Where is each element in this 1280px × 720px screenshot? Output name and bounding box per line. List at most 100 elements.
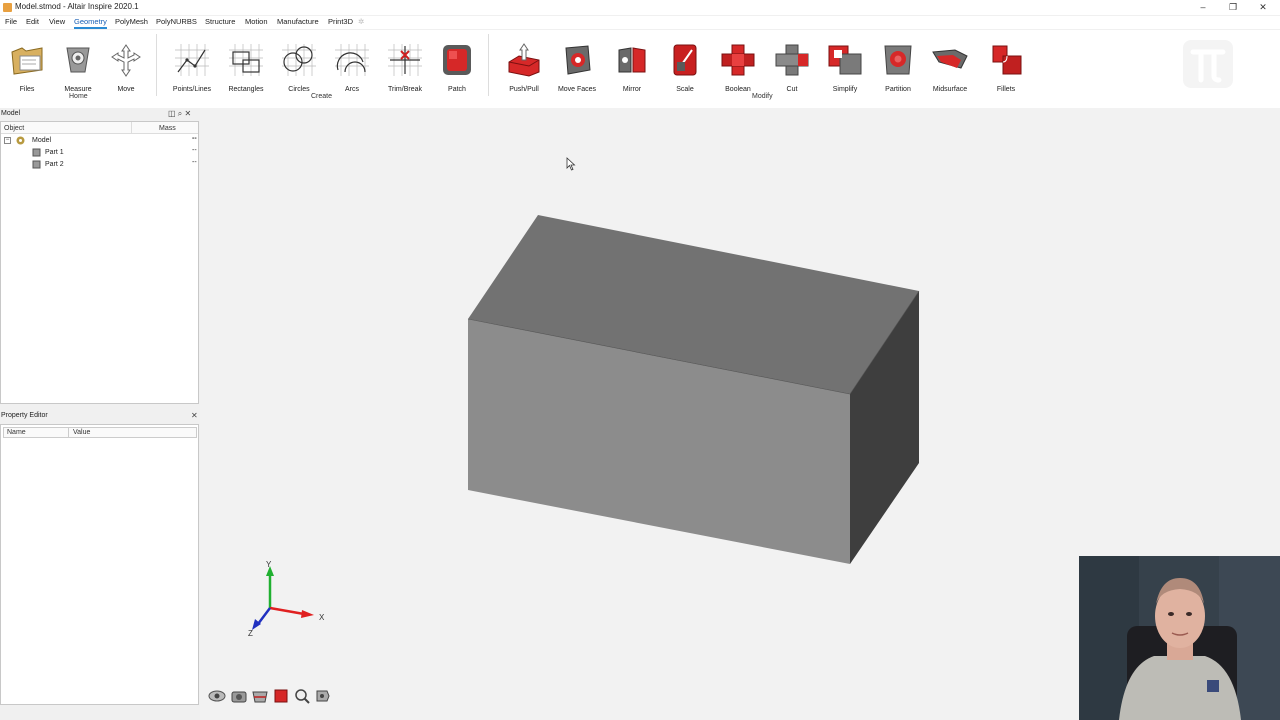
webcam-overlay xyxy=(1079,556,1280,720)
mass-value: -- xyxy=(192,147,197,154)
column-divider[interactable] xyxy=(131,122,132,134)
folder-icon xyxy=(11,47,43,75)
boolean-button[interactable]: Boolean xyxy=(708,40,768,96)
app-icon xyxy=(3,3,12,12)
arcs-button[interactable]: Arcs xyxy=(322,40,382,96)
partition-button[interactable]: Partition xyxy=(868,40,928,96)
menu-polymesh[interactable]: PolyMesh xyxy=(115,17,148,26)
part-icon xyxy=(32,160,41,169)
column-value[interactable]: Value xyxy=(73,429,90,436)
property-editor-header xyxy=(3,427,197,438)
zoom-icon[interactable] xyxy=(293,688,311,704)
fillets-button[interactable]: Fillets xyxy=(976,40,1036,96)
view-options-icon[interactable] xyxy=(314,688,332,704)
tree-row-model[interactable]: − Model -- xyxy=(4,135,197,147)
midsurface-icon xyxy=(932,49,968,69)
menu-structure[interactable]: Structure xyxy=(205,17,235,26)
push-pull-button[interactable]: Push/Pull xyxy=(494,40,554,96)
tree-row-part[interactable]: Part 1 -- xyxy=(4,147,197,159)
mouse-cursor-icon xyxy=(566,157,576,171)
fillets-icon xyxy=(992,45,1022,75)
circles-button[interactable]: Circles xyxy=(269,40,329,96)
trim-break-button[interactable]: Trim/Break xyxy=(375,40,435,96)
menu-file[interactable]: File xyxy=(5,17,17,26)
title-bar: Model.stmod - Altair Inspire 2020.1 – ❐ … xyxy=(0,0,1280,15)
menu-view[interactable]: View xyxy=(49,17,65,26)
close-window-button[interactable]: ✕ xyxy=(1248,0,1278,14)
boolean-icon xyxy=(721,44,755,76)
move-faces-icon xyxy=(565,45,591,75)
midsurface-button[interactable]: Midsurface xyxy=(920,40,980,96)
rectangles-button[interactable]: Rectangles xyxy=(216,40,276,96)
points-lines-icon xyxy=(175,44,209,76)
scale-button[interactable]: Scale xyxy=(655,40,715,96)
patch-icon xyxy=(443,45,471,75)
presenter-video xyxy=(1079,556,1280,720)
section-cut-icon[interactable] xyxy=(251,688,269,704)
mass-value: -- xyxy=(192,135,197,142)
model-icon xyxy=(16,136,25,145)
ribbon-separator xyxy=(156,34,157,96)
menu-manufacture[interactable]: Manufacture xyxy=(277,17,319,26)
pi-icon xyxy=(1190,49,1226,83)
close-icon[interactable]: ✕ xyxy=(191,411,198,420)
column-object[interactable]: Object xyxy=(4,125,24,132)
mirror-icon xyxy=(618,47,646,73)
tree-label-part-1: Part 1 xyxy=(45,149,64,156)
move-icon xyxy=(111,44,141,77)
trim-break-icon xyxy=(388,44,422,76)
menu-print3d[interactable]: Print3D xyxy=(328,17,353,26)
axis-label-x: X xyxy=(319,613,325,622)
eye-icon[interactable] xyxy=(208,688,226,704)
gear-icon[interactable]: ✲ xyxy=(358,17,364,26)
patch-button[interactable]: Patch xyxy=(427,40,487,96)
column-mass[interactable]: Mass xyxy=(159,125,176,132)
ribbon-toolbar: Files Measure Move Home Points/Lines Rec… xyxy=(0,30,1280,108)
column-name[interactable]: Name xyxy=(7,429,26,436)
measure-icon xyxy=(66,47,90,73)
menu-edit[interactable]: Edit xyxy=(26,17,39,26)
axis-label-y: Y xyxy=(266,560,272,569)
points-lines-button[interactable]: Points/Lines xyxy=(162,40,222,96)
window-title: Model.stmod - Altair Inspire 2020.1 xyxy=(15,2,139,11)
menu-polynurbs[interactable]: PolyNURBS xyxy=(156,17,197,26)
restore-button[interactable]: ❐ xyxy=(1218,0,1248,14)
axis-triad: Y X Z xyxy=(248,560,325,638)
group-label-modify: Modify xyxy=(752,93,773,100)
cut-icon xyxy=(775,44,809,76)
mirror-button[interactable]: Mirror xyxy=(602,40,662,96)
search-icon[interactable]: ⌕ xyxy=(178,109,182,118)
tree-label-part-2: Part 2 xyxy=(45,161,64,168)
group-label-home: Home xyxy=(69,93,88,100)
arcs-icon xyxy=(335,44,369,76)
close-icon[interactable]: ✕ xyxy=(185,109,192,118)
property-editor: Name Value xyxy=(0,424,199,705)
part-icon xyxy=(32,148,41,157)
model-panel-title: Model xyxy=(1,110,21,117)
simplify-button[interactable]: Simplify xyxy=(815,40,875,96)
axis-label-z: Z xyxy=(248,629,253,638)
pi-logo xyxy=(1183,40,1233,88)
cut-button[interactable]: Cut xyxy=(762,40,822,96)
layout-icon[interactable]: ◫ xyxy=(168,109,176,118)
collapse-icon[interactable]: − xyxy=(4,137,11,144)
box-select-icon[interactable] xyxy=(272,688,290,704)
camera-icon[interactable] xyxy=(230,688,248,704)
menu-motion[interactable]: Motion xyxy=(245,17,268,26)
partition-icon xyxy=(884,45,912,75)
tree-label-model: Model xyxy=(32,137,52,144)
column-divider[interactable] xyxy=(68,427,69,438)
circles-icon xyxy=(282,44,316,76)
model-panel-controls: ◫ ⌕ ✕ xyxy=(168,109,198,119)
menu-geometry[interactable]: Geometry xyxy=(74,17,107,29)
tree-row-part[interactable]: Part 2 -- xyxy=(4,159,197,171)
move-button[interactable]: Move xyxy=(96,40,156,96)
minimize-button[interactable]: – xyxy=(1188,0,1218,14)
group-label-create: Create xyxy=(311,93,333,100)
model-browser: Object Mass − Model -- Part 1 -- Part 2 … xyxy=(0,121,199,404)
simplify-icon xyxy=(828,45,862,75)
ribbon-separator xyxy=(488,34,489,96)
move-faces-button[interactable]: Move Faces xyxy=(547,40,607,96)
scale-icon xyxy=(673,44,697,76)
push-pull-icon xyxy=(508,43,540,77)
